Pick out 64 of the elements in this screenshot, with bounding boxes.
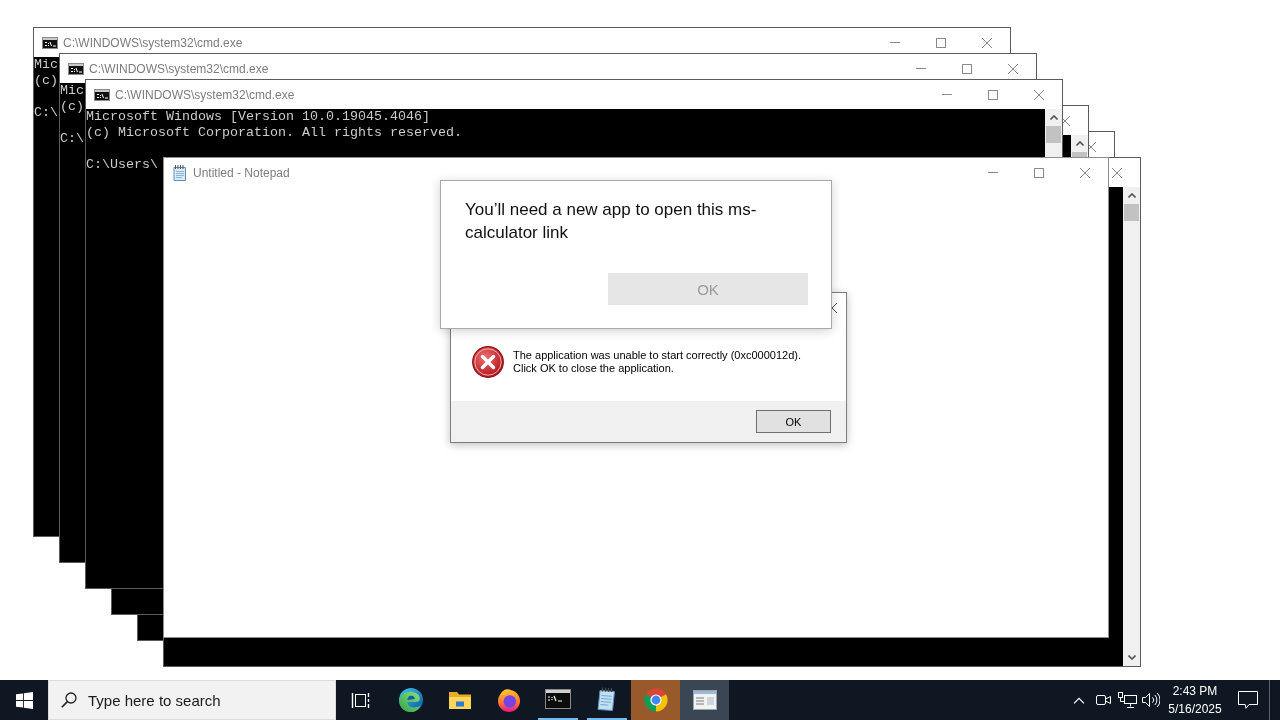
console-line: (c) Microsoft Corporation. All rights reserved.	[86, 125, 462, 141]
close-icon	[1080, 167, 1090, 178]
search-field[interactable]: Type here to search	[88, 690, 335, 710]
console-line: (c)	[34, 73, 58, 89]
console-prompt: C:\	[60, 131, 84, 147]
console-prompt: C:\	[34, 105, 58, 121]
caret-up-icon[interactable]	[1075, 141, 1084, 146]
scrollbar-track[interactable]	[1123, 187, 1140, 666]
task-view-icon	[351, 691, 371, 709]
maximize-icon	[936, 37, 946, 48]
maximize-icon	[962, 63, 972, 74]
scrollbar-track[interactable]	[1045, 109, 1062, 157]
close-icon	[982, 37, 992, 48]
scrollbar-thumb[interactable]	[1124, 204, 1139, 221]
close-icon	[1008, 63, 1018, 74]
search-icon	[61, 692, 77, 708]
error-message: Click OK to close the application.	[513, 361, 674, 375]
edge-icon	[398, 688, 423, 712]
minimize-icon	[890, 42, 900, 43]
dialog-message: You’ll need a new app to open this ms-calculator link	[465, 199, 758, 244]
maximize-icon	[1034, 167, 1044, 178]
close-icon[interactable]	[1060, 115, 1070, 126]
caret-up-icon[interactable]	[1127, 193, 1136, 198]
scrollbar-thumb[interactable]	[1072, 152, 1087, 157]
minimize-icon	[988, 172, 998, 173]
console-line: Mic	[60, 83, 84, 99]
taskbar-button[interactable]	[680, 680, 729, 720]
window-title: C:\WINDOWS\system32\cmd.exe	[115, 87, 295, 102]
close-icon	[1034, 89, 1044, 100]
console-icon	[42, 36, 58, 49]
caret-down-icon[interactable]	[1127, 655, 1136, 660]
console-line: Microsoft Windows [Version 10.0.19045.4046]	[86, 109, 430, 125]
windows-logo-icon	[15, 691, 33, 709]
speech-bubble-icon[interactable]	[1238, 691, 1258, 709]
folder-icon	[447, 690, 472, 710]
caret-up-icon[interactable]	[1049, 115, 1058, 120]
window-title: C:\WINDOWS\system32\cmd.exe	[89, 61, 269, 76]
chrome-icon	[643, 688, 668, 712]
console-icon	[68, 62, 84, 75]
console-icon	[94, 88, 110, 101]
console-prompt: C:\Users\	[86, 157, 158, 173]
ok-button[interactable]: OK	[756, 410, 831, 433]
window-title: C:\WINDOWS\system32\cmd.exe	[63, 35, 243, 50]
console-line: (c)	[60, 99, 84, 115]
maximize-icon	[988, 89, 998, 100]
window-title: Untitled - Notepad	[193, 165, 290, 180]
chevron-up-icon[interactable]	[1073, 696, 1085, 704]
search-box[interactable]: Type here to search	[48, 680, 336, 720]
console-line: Mic	[34, 57, 58, 73]
scrollbar-thumb[interactable]	[1046, 126, 1061, 143]
notepad-icon	[173, 164, 187, 181]
app-window-icon	[692, 690, 717, 710]
error-icon	[472, 345, 504, 378]
minimize-icon	[942, 94, 952, 95]
firefox-icon	[496, 688, 521, 712]
clock[interactable]: 2:43 PM 5/16/2025	[1163, 680, 1227, 720]
speaker-icon[interactable]	[1142, 692, 1160, 708]
close-icon[interactable]	[1086, 141, 1096, 152]
terminal-icon	[544, 689, 571, 709]
error-message: The application was unable to start correctly (0xc000012d).	[513, 348, 801, 362]
minimize-icon	[916, 68, 926, 69]
scrollbar-track[interactable]	[1071, 135, 1088, 157]
video-camera-icon[interactable]	[1095, 694, 1111, 706]
network-icon[interactable]	[1117, 692, 1137, 708]
